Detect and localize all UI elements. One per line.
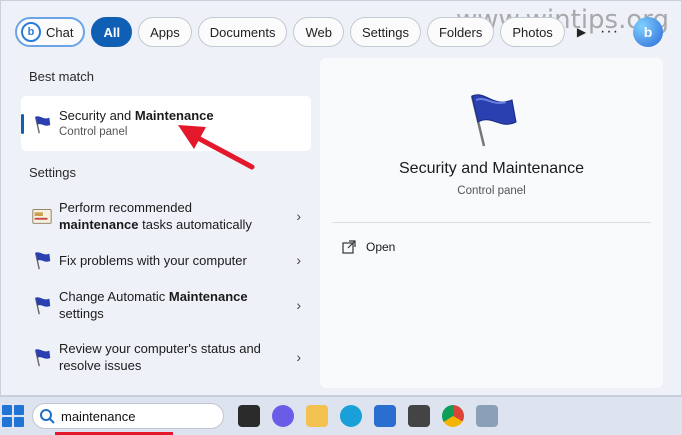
divider [332, 222, 651, 223]
security-flag-icon [34, 297, 51, 315]
open-button[interactable]: Open [342, 240, 395, 254]
setting-rest: tasks automatically [138, 217, 252, 232]
web-filter-chip[interactable]: Web [293, 17, 344, 47]
control-panel-icon[interactable] [476, 405, 498, 427]
windows-start-icon[interactable] [2, 405, 24, 427]
search-flyout: www.wintips.org b Chat All Apps Document… [0, 0, 682, 396]
teams-chat-icon[interactable] [272, 405, 294, 427]
detail-title: Security and Maintenance [399, 160, 584, 177]
security-flag-icon [34, 115, 51, 133]
security-flag-icon [34, 252, 51, 270]
setting-pre: Change Automatic [59, 289, 169, 304]
setting-bold: maintenance [59, 217, 139, 232]
microsoft-store-icon[interactable] [374, 405, 396, 427]
all-filter-chip[interactable]: All [91, 17, 133, 47]
settings-heading: Settings [29, 165, 76, 180]
photos-filter-chip[interactable]: Photos [500, 17, 565, 47]
taskbar: maintenance [0, 396, 682, 435]
taskbar-apps [238, 405, 498, 427]
chrome-browser-icon[interactable] [442, 405, 464, 427]
search-icon [40, 409, 55, 424]
search-input[interactable]: maintenance [61, 409, 135, 424]
task-view-icon[interactable] [238, 405, 260, 427]
chevron-right-icon: › [296, 208, 301, 224]
folders-filter-chip[interactable]: Folders [426, 17, 495, 47]
documents-filter-chip[interactable]: Documents [197, 17, 288, 47]
chevron-right-icon: › [296, 349, 301, 365]
setting-bold: Maintenance [168, 289, 248, 304]
security-flag-icon [470, 94, 517, 147]
detail-subtitle: Control panel [457, 185, 526, 197]
selection-indicator [21, 114, 24, 134]
chevron-right-icon: › [296, 297, 301, 313]
bing-logo-icon[interactable]: b [633, 17, 664, 47]
setting-line1: Perform recommended [59, 200, 192, 215]
list-item-fix-problems[interactable]: Fix problems with your computer › [21, 241, 311, 279]
security-flag-icon [34, 349, 51, 367]
apps-filter-chip[interactable]: Apps [138, 17, 192, 47]
best-match-subtitle: Control panel [59, 126, 128, 138]
filter-bar: b Chat All Apps Documents Web Settings F… [15, 15, 675, 49]
setting-line1: Review your computer's status and [59, 341, 261, 356]
edge-browser-icon[interactable] [340, 405, 362, 427]
open-label: Open [366, 240, 396, 254]
chevron-right-icon: › [296, 252, 301, 268]
detail-pane: Security and Maintenance Control panel O… [320, 58, 663, 388]
bing-chat-icon: b [21, 22, 41, 42]
calculator-icon[interactable] [408, 405, 430, 427]
setting-line2: resolve issues [59, 358, 142, 373]
file-explorer-icon[interactable] [306, 405, 328, 427]
best-match-result[interactable]: Security and Maintenance Control panel [21, 96, 311, 151]
settings-results-list: Perform recommended maintenance tasks au… [21, 191, 311, 383]
chat-label: Chat [46, 24, 74, 40]
setting-text: Fix problems with your computer [59, 252, 247, 268]
list-item-review-status[interactable]: Review your computer's status and resolv… [21, 331, 311, 383]
chat-filter-chip[interactable]: b Chat [15, 17, 86, 47]
best-match-heading: Best match [29, 69, 95, 84]
settings-filter-chip[interactable]: Settings [349, 17, 421, 47]
list-item-change-automatic-maintenance[interactable]: Change Automatic Maintenance settings › [21, 279, 311, 331]
maintenance-tasks-icon [32, 209, 52, 224]
scroll-right-icon[interactable]: ▶ [577, 25, 586, 39]
setting-line2: settings [59, 306, 104, 321]
open-external-icon [342, 240, 356, 254]
best-match-title: Security and Maintenance [59, 108, 214, 123]
more-options-icon[interactable]: ··· [600, 23, 619, 41]
list-item-perform-maintenance[interactable]: Perform recommended maintenance tasks au… [21, 191, 311, 241]
taskbar-search-box[interactable]: maintenance [32, 403, 224, 435]
